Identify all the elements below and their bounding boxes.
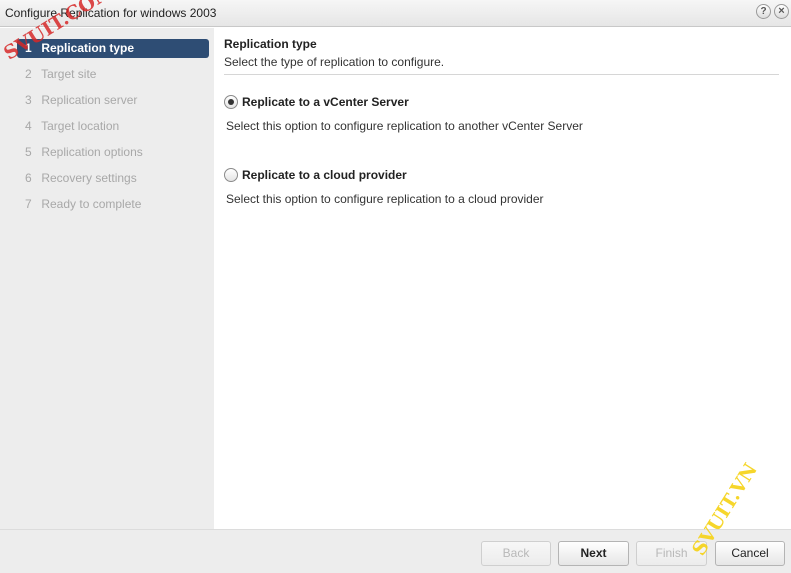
- help-icon[interactable]: ?: [756, 4, 771, 19]
- page-title: Replication type: [224, 37, 317, 51]
- cancel-button[interactable]: Cancel: [715, 541, 785, 566]
- back-button[interactable]: Back: [481, 541, 551, 566]
- option-cloud-provider[interactable]: Replicate to a cloud provider: [224, 168, 407, 182]
- step-label: Target site: [41, 67, 97, 81]
- wizard-steps: 1 Replication type 2 Target site 3 Repli…: [0, 28, 214, 529]
- window-title: Configure Replication for windows 2003: [5, 6, 217, 20]
- option-description: Select this option to configure replicat…: [226, 119, 583, 133]
- step-label: Ready to complete: [41, 197, 142, 211]
- step-label: Replication server: [41, 93, 138, 107]
- step-number: 5: [25, 145, 32, 159]
- close-icon[interactable]: ×: [774, 4, 789, 19]
- option-vcenter-server[interactable]: Replicate to a vCenter Server: [224, 95, 409, 109]
- step-target-location: 4 Target location: [17, 117, 209, 136]
- radio-selected-icon[interactable]: [224, 95, 238, 109]
- step-target-site: 2 Target site: [17, 65, 209, 84]
- page-subtitle: Select the type of replication to config…: [224, 55, 445, 69]
- step-ready-to-complete: 7 Ready to complete: [17, 195, 209, 214]
- step-label: Recovery settings: [41, 171, 137, 185]
- wizard-footer: Back Next Finish Cancel: [0, 529, 791, 573]
- step-label: Replication options: [41, 145, 143, 159]
- step-number: 4: [25, 119, 32, 133]
- step-label: Replication type: [41, 41, 135, 55]
- step-label: Target location: [41, 119, 120, 133]
- title-bar: Configure Replication for windows 2003 ?…: [0, 0, 791, 27]
- step-recovery-settings: 6 Recovery settings: [17, 169, 209, 188]
- step-number: 7: [25, 197, 32, 211]
- option-label[interactable]: Replicate to a vCenter Server: [242, 95, 409, 109]
- option-label[interactable]: Replicate to a cloud provider: [242, 168, 407, 182]
- radio-unselected-icon[interactable]: [224, 168, 238, 182]
- divider: [224, 74, 779, 75]
- content-pane: Replication type Select the type of repl…: [214, 28, 791, 529]
- option-description: Select this option to configure replicat…: [226, 192, 544, 206]
- step-replication-server: 3 Replication server: [17, 91, 209, 110]
- step-replication-options: 5 Replication options: [17, 143, 209, 162]
- step-number: 2: [25, 67, 32, 81]
- next-button[interactable]: Next: [558, 541, 629, 566]
- step-number: 6: [25, 171, 32, 185]
- step-number: 3: [25, 93, 32, 107]
